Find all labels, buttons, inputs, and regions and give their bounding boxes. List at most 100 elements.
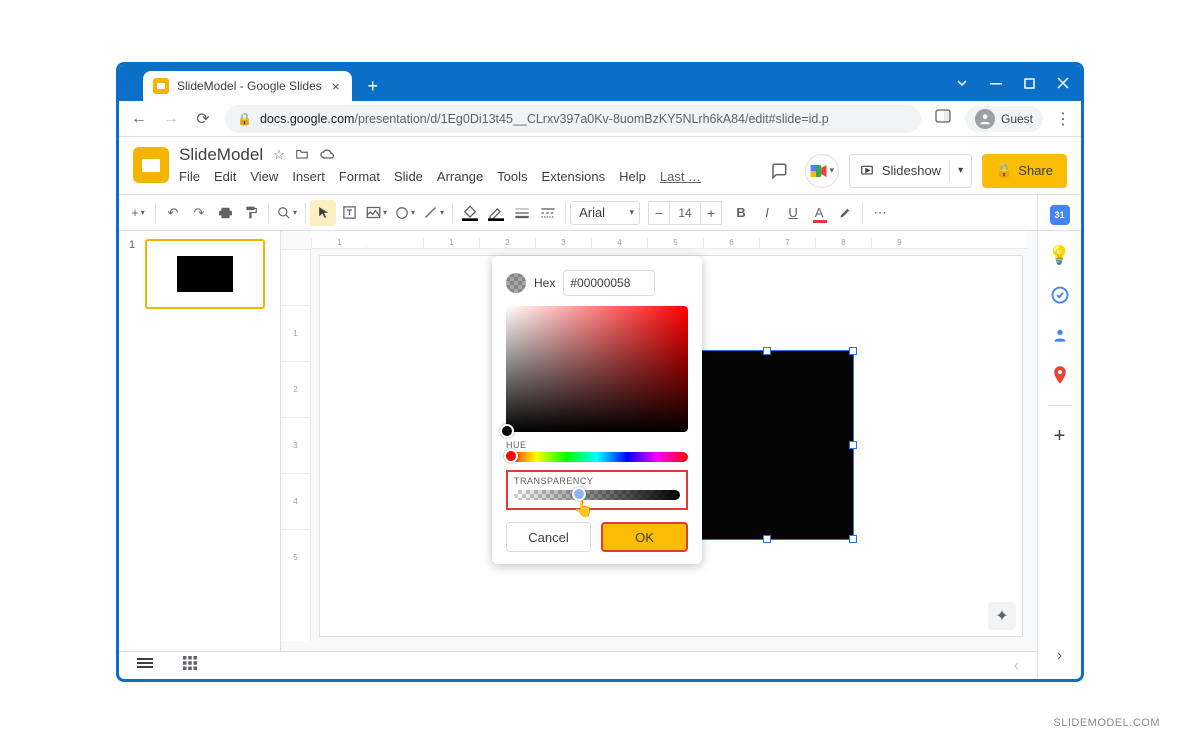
filmstrip-view-icon[interactable] [137,657,153,675]
image-icon[interactable]: ▾ [362,200,391,226]
side-panel: 31 💡 + › [1037,195,1081,679]
minimize-icon[interactable] [990,77,1002,89]
slides-favicon-icon [153,78,169,94]
hex-label: Hex [534,276,555,290]
border-color-icon[interactable] [483,200,509,226]
select-tool-icon[interactable] [310,200,336,226]
menu-format[interactable]: Format [339,169,380,184]
resize-handle[interactable] [849,535,857,543]
speaker-notes-toggle-icon[interactable]: ‹ [1014,657,1019,675]
explore-button[interactable]: ✦ [988,602,1016,630]
shape-icon[interactable]: ▾ [391,200,419,226]
slideshow-caret-icon[interactable]: ▾ [958,165,963,176]
hue-slider[interactable] [506,452,688,462]
print-icon[interactable] [212,200,238,226]
gradient-knob[interactable] [500,424,514,438]
grid-view-icon[interactable] [183,656,197,675]
share-button[interactable]: 🔒 Share [982,154,1067,188]
italic-icon[interactable]: I [754,200,780,226]
comment-history-icon[interactable] [763,155,795,187]
doc-title[interactable]: SlideModel [179,145,263,165]
hue-knob[interactable] [504,449,518,463]
menu-last[interactable]: Last … [660,169,701,184]
back-icon[interactable]: ← [129,110,149,128]
profile-pill[interactable]: Guest [965,106,1043,132]
selected-rectangle-shape[interactable] [680,350,854,540]
paint-format-icon[interactable] [238,200,264,226]
thumb-shape [177,256,233,292]
menu-arrange[interactable]: Arrange [437,169,483,184]
redo-icon[interactable]: ↷ [186,200,212,226]
textbox-icon[interactable] [336,200,362,226]
highlight-color-icon[interactable] [832,200,858,226]
more-tools-icon[interactable]: ⋯ [867,200,893,226]
address-bar[interactable]: 🔒 docs.google.com/presentation/d/1Eg0Di1… [225,105,921,133]
bold-icon[interactable]: B [728,200,754,226]
line-icon[interactable]: ▾ [419,200,448,226]
undo-icon[interactable]: ↶ [160,200,186,226]
font-size-minus[interactable]: − [648,201,670,225]
url-bar: ← → ⟳ 🔒 docs.google.com/presentation/d/1… [119,101,1081,137]
resize-handle[interactable] [849,347,857,355]
text-color-icon[interactable]: A [806,200,832,226]
slideshow-button[interactable]: Slideshow ▾ [849,154,972,188]
font-select[interactable]: Arial [570,201,640,225]
resize-handle[interactable] [763,347,771,355]
ok-button[interactable]: OK [601,522,688,552]
addons-plus-icon[interactable]: + [1050,426,1070,446]
border-dash-icon[interactable] [535,200,561,226]
transparency-slider[interactable]: 👆 [514,490,680,500]
contacts-icon[interactable] [1050,325,1070,345]
star-icon[interactable]: ☆ [273,147,285,163]
keep-icon[interactable]: 💡 [1050,245,1070,265]
chevron-down-icon[interactable] [956,77,968,89]
calendar-icon[interactable]: 31 [1050,205,1070,225]
resize-handle[interactable] [763,535,771,543]
ruler-horizontal: 1123456789 [311,231,1027,249]
font-size-plus[interactable]: + [700,201,722,225]
font-size-stepper: − 14 + [648,201,722,225]
browser-menu-icon[interactable]: ⋮ [1055,109,1071,129]
font-size-value[interactable]: 14 [670,201,700,225]
transparency-label: TRANSPARENCY [514,476,680,486]
browser-tab[interactable]: SlideModel - Google Slides × [143,71,352,101]
border-weight-icon[interactable] [509,200,535,226]
font-name: Arial [579,205,605,220]
new-slide-button[interactable]: +▾ [125,200,151,226]
slide-thumbnail-1[interactable] [145,239,265,309]
fill-color-icon[interactable] [457,200,483,226]
close-window-icon[interactable] [1057,77,1069,89]
meet-button[interactable]: ▾ [805,154,839,188]
underline-icon[interactable]: U [780,200,806,226]
tasks-icon[interactable] [1050,285,1070,305]
cancel-button[interactable]: Cancel [506,522,591,552]
lock-share-icon: 🔒 [996,163,1012,179]
forward-icon[interactable]: → [161,110,181,128]
menu-insert[interactable]: Insert [292,169,325,184]
menu-tools[interactable]: Tools [497,169,527,184]
move-folder-icon[interactable] [295,148,309,163]
cloud-status-icon[interactable] [319,148,335,163]
menu-view[interactable]: View [250,169,278,184]
maps-icon[interactable] [1050,365,1070,385]
side-panel-collapse-icon[interactable]: › [1057,647,1062,665]
new-tab-button[interactable]: + [360,75,386,101]
lock-icon: 🔒 [237,112,252,126]
menu-edit[interactable]: Edit [214,169,236,184]
zoom-icon[interactable]: ▾ [273,200,301,226]
menu-help[interactable]: Help [619,169,646,184]
ruler-vertical: 12345 [281,249,311,641]
slides-app-icon[interactable] [133,147,169,183]
menu-file[interactable]: File [179,169,200,184]
transparency-knob[interactable] [572,487,586,501]
menu-slide[interactable]: Slide [394,169,423,184]
menu-extensions[interactable]: Extensions [542,169,606,184]
resize-handle[interactable] [849,441,857,449]
saturation-brightness-picker[interactable] [506,306,688,432]
tab-close-icon[interactable]: × [330,79,342,94]
slide-canvas[interactable]: ✦ Hex HUE TRANSPARENCY [319,255,1023,637]
reload-icon[interactable]: ⟳ [193,109,213,129]
hex-input[interactable] [563,270,655,296]
panel-toggle-icon[interactable] [933,109,953,128]
maximize-icon[interactable] [1024,78,1035,89]
